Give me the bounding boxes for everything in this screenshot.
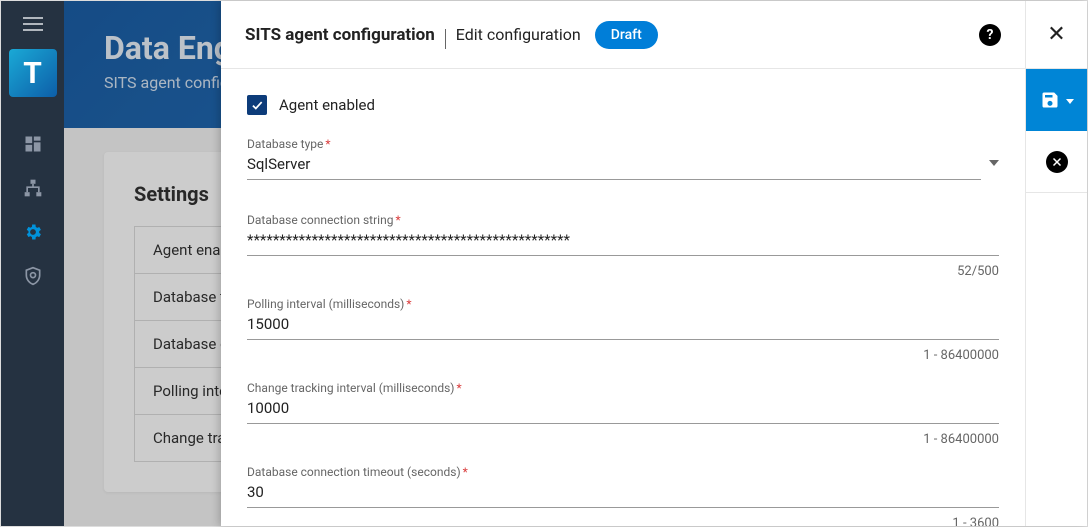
required-marker: * bbox=[406, 297, 411, 311]
required-marker: * bbox=[395, 213, 400, 227]
cancel-button[interactable] bbox=[1026, 131, 1087, 193]
change-tracking-field: Change tracking interval (milliseconds)* bbox=[247, 381, 999, 424]
connection-timeout-input[interactable] bbox=[247, 479, 999, 508]
menu-toggle[interactable] bbox=[23, 17, 43, 31]
cancel-icon bbox=[1046, 151, 1068, 173]
field-label: Database type bbox=[247, 137, 323, 151]
database-type-value[interactable] bbox=[247, 151, 981, 180]
required-marker: * bbox=[325, 137, 330, 151]
required-marker: * bbox=[456, 381, 461, 395]
agent-enabled-label: Agent enabled bbox=[279, 96, 375, 114]
nav-dashboard-icon[interactable] bbox=[14, 125, 52, 163]
connection-string-input[interactable] bbox=[247, 227, 999, 256]
connection-timeout-hint: 1 - 3600 bbox=[247, 510, 999, 526]
database-type-select[interactable] bbox=[247, 151, 999, 180]
checkmark-icon bbox=[247, 95, 267, 115]
app-logo[interactable]: T bbox=[9, 49, 57, 97]
save-button[interactable] bbox=[1026, 69, 1087, 131]
drawer-body: Agent enabled Database type* Database co… bbox=[221, 69, 1025, 526]
edit-drawer: SITS agent configuration Edit configurat… bbox=[221, 1, 1087, 526]
field-label: Change tracking interval (milliseconds) bbox=[247, 381, 454, 395]
status-badge: Draft bbox=[595, 21, 658, 49]
agent-enabled-checkbox[interactable]: Agent enabled bbox=[247, 95, 999, 115]
polling-interval-hint: 1 - 86400000 bbox=[247, 342, 999, 381]
polling-interval-input[interactable] bbox=[247, 311, 999, 340]
change-tracking-input[interactable] bbox=[247, 395, 999, 424]
nav-security-icon[interactable] bbox=[14, 257, 52, 295]
drawer-close-area: ✕ bbox=[1026, 1, 1087, 69]
spacer bbox=[247, 182, 999, 213]
field-label: Polling interval (milliseconds) bbox=[247, 297, 404, 311]
drawer-rail: ✕ bbox=[1025, 1, 1087, 526]
chevron-down-icon bbox=[989, 160, 999, 166]
drawer-main: SITS agent configuration Edit configurat… bbox=[221, 1, 1025, 526]
connection-timeout-field: Database connection timeout (seconds)* bbox=[247, 465, 999, 508]
drawer-title: SITS agent configuration bbox=[245, 25, 435, 45]
title-separator bbox=[445, 29, 446, 49]
drawer-header: SITS agent configuration Edit configurat… bbox=[221, 1, 1025, 69]
left-sidebar: T bbox=[1, 1, 64, 526]
polling-interval-field: Polling interval (milliseconds)* bbox=[247, 297, 999, 340]
field-label: Database connection timeout (seconds) bbox=[247, 465, 461, 479]
logo-letter: T bbox=[23, 56, 42, 91]
chevron-down-icon bbox=[1066, 99, 1074, 104]
save-icon bbox=[1040, 90, 1060, 110]
close-icon[interactable]: ✕ bbox=[1047, 24, 1065, 46]
nav-settings-icon[interactable] bbox=[14, 213, 52, 251]
drawer-subtitle: Edit configuration bbox=[456, 25, 581, 44]
required-marker: * bbox=[463, 465, 468, 479]
field-label: Database connection string bbox=[247, 213, 393, 227]
help-icon[interactable]: ? bbox=[979, 24, 1001, 46]
connection-string-hint: 52/500 bbox=[247, 258, 999, 297]
nav-hierarchy-icon[interactable] bbox=[14, 169, 52, 207]
change-tracking-hint: 1 - 86400000 bbox=[247, 426, 999, 465]
connection-string-field: Database connection string* bbox=[247, 213, 999, 256]
database-type-field: Database type* bbox=[247, 137, 999, 180]
